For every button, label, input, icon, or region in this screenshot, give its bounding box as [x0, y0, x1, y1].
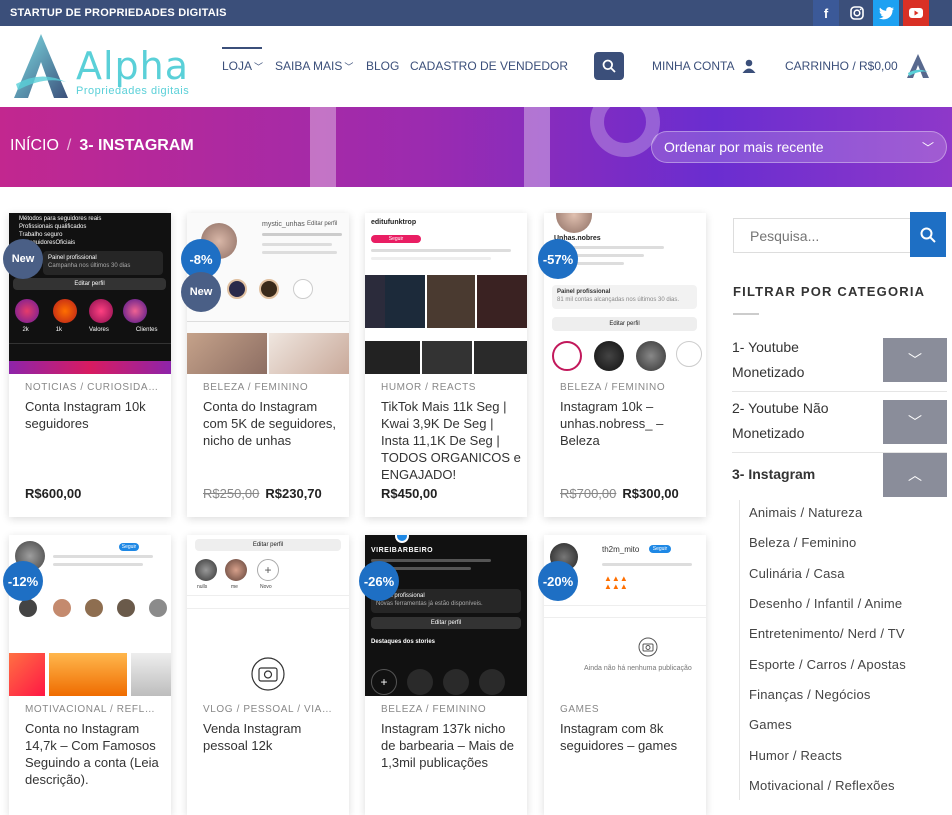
product-category[interactable]: BELEZA / FEMININO	[381, 704, 517, 715]
search-icon	[920, 227, 936, 243]
product-category[interactable]: BELEZA / FEMININO	[203, 382, 339, 393]
product-title[interactable]: Venda Instagram pessoal 12k	[203, 720, 343, 754]
discount-badge: -20%	[538, 561, 578, 601]
product-price: R$700,00 R$300,00	[560, 486, 679, 501]
site-header: Alpha Propriedades digitais LOJA ﹀ SAIBA …	[0, 26, 952, 107]
discount-badge: -57%	[538, 239, 578, 279]
product-category[interactable]: GAMES	[560, 704, 696, 715]
sidebar-search-button[interactable]	[910, 212, 946, 257]
product-title[interactable]: Instagram 10k – unhas.nobress_ – Beleza	[560, 398, 700, 449]
category-banner: INÍCIO/3- INSTAGRAM Ordenar por mais rec…	[0, 107, 952, 187]
instagram-icon[interactable]	[844, 0, 870, 26]
nav-blog[interactable]: BLOG	[366, 59, 399, 73]
sidebar-search-input[interactable]	[733, 218, 911, 253]
product-card[interactable]: Editar perfil + nulls me Novo VLOG / PES…	[187, 535, 349, 815]
nav-saiba-mais[interactable]: SAIBA MAIS ﹀	[275, 59, 353, 73]
sidebar-category-youtube-monetizado[interactable]: 1- Youtube Monetizado	[732, 335, 872, 385]
new-badge: New	[3, 239, 43, 279]
discount-badge: -12%	[3, 561, 43, 601]
product-category[interactable]: VLOG / PESSOAL / VIAGE...	[203, 704, 339, 715]
header-search-button[interactable]	[594, 52, 624, 80]
divider	[732, 391, 947, 392]
product-card[interactable]: th2m_mito Seguir ▲▲▲ ▲▲▲ Ainda não há nen…	[538, 535, 706, 815]
product-card[interactable]: Unhas.nobres Painel profissional 81 mil c…	[538, 213, 706, 517]
category-toggle[interactable]: ﹀	[883, 400, 947, 444]
logo-tagline: Propriedades digitais	[76, 85, 190, 97]
top-bar-tagline: STARTUP DE PROPRIEDADES DIGITAIS	[10, 7, 227, 19]
nav-cadastro-vendedor[interactable]: CADASTRO DE VENDEDOR	[410, 59, 568, 73]
sidebar-category-instagram[interactable]: 3- Instagram	[732, 462, 872, 487]
sidebar-subcategory[interactable]: Games	[749, 717, 792, 732]
category-toggle[interactable]: ︿	[883, 453, 947, 497]
product-card[interactable]: mystic_unhas Editar perfil -8% New BELEZ…	[181, 213, 349, 517]
product-title[interactable]: Instagram com 8k seguidores – games	[560, 720, 700, 754]
sidebar-subcategory[interactable]: Desenho / Infantil / Anime	[749, 596, 902, 611]
product-card[interactable]: Métodos para seguidores reais Profissiona…	[3, 213, 171, 517]
top-bar: STARTUP DE PROPRIEDADES DIGITAIS f	[0, 0, 952, 26]
product-title[interactable]: Conta do Instagram com 5K de seguidores,…	[203, 398, 343, 449]
logo-wordmark: Alpha	[76, 44, 190, 88]
chevron-down-icon: ﹀	[344, 62, 354, 72]
chevron-down-icon: ﹀	[921, 141, 934, 155]
site-logo[interactable]: Alpha Propriedades digitais	[10, 32, 200, 102]
category-toggle[interactable]: ﹀	[883, 338, 947, 382]
sidebar-subcategory[interactable]: Entretenimento/ Nerd / TV	[749, 626, 905, 641]
product-card[interactable]: VIREIBARBEIRO Painel profissional Novas f…	[359, 535, 527, 815]
sidebar-category-youtube-nao-monetizado[interactable]: 2- Youtube Não Monetizado	[732, 396, 872, 446]
new-badge: New	[181, 272, 221, 312]
chevron-down-icon: ﹀	[908, 352, 922, 368]
camera-icon	[251, 657, 285, 691]
facebook-icon[interactable]: f	[813, 0, 839, 26]
product-image[interactable]: VIREIBARBEIRO Painel profissional Novas f…	[365, 535, 527, 696]
product-image[interactable]: th2m_mito Seguir ▲▲▲ ▲▲▲ Ainda não há nen…	[544, 535, 706, 696]
divider	[733, 313, 759, 315]
sidebar-subcategory[interactable]: Beleza / Feminino	[749, 535, 856, 550]
breadcrumb: INÍCIO/3- INSTAGRAM	[10, 137, 194, 154]
chevron-down-icon: ﹀	[254, 62, 264, 72]
product-category[interactable]: HUMOR / REACTS	[381, 382, 517, 393]
banner-decoration	[590, 107, 660, 157]
product-price: R$250,00 R$230,70	[203, 486, 322, 501]
nav-loja[interactable]: LOJA ﹀	[222, 47, 264, 73]
nav-minha-conta[interactable]: MINHA CONTA	[652, 59, 756, 73]
user-icon	[742, 59, 756, 73]
camera-icon	[638, 637, 658, 657]
twitter-icon[interactable]	[873, 0, 899, 26]
chevron-down-icon: ﹀	[908, 414, 922, 430]
product-price: R$600,00	[25, 486, 82, 501]
discount-badge: -26%	[359, 561, 399, 601]
product-image[interactable]: Métodos para seguidores reais Profissiona…	[9, 213, 171, 374]
product-title[interactable]: Instagram 137k nicho de barbearia – Mais…	[381, 720, 521, 771]
cart-logo-icon[interactable]	[905, 53, 931, 79]
banner-decoration	[310, 107, 550, 187]
breadcrumb-home[interactable]: INÍCIO	[10, 137, 59, 154]
youtube-icon[interactable]	[903, 0, 929, 26]
product-title[interactable]: TikTok Mais 11k Seg | Kwai 3,9K De Seg |…	[381, 398, 521, 483]
product-image[interactable]: Editar perfil + nulls me Novo	[187, 535, 349, 696]
search-icon	[602, 59, 616, 73]
product-card[interactable]: Seguir -12% MOTIVACIONAL / REFLEX... Con…	[3, 535, 171, 815]
sort-select[interactable]: Ordenar por mais recente ﹀	[651, 131, 947, 163]
product-image[interactable]: Unhas.nobres Painel profissional 81 mil c…	[544, 213, 706, 374]
breadcrumb-current: 3- INSTAGRAM	[79, 137, 194, 154]
sidebar-subcategory[interactable]: Culinária / Casa	[749, 566, 845, 581]
product-category[interactable]: MOTIVACIONAL / REFLEX...	[25, 704, 161, 715]
chevron-up-icon: ︿	[908, 467, 922, 483]
sidebar-subcategory[interactable]: Animais / Natureza	[749, 505, 862, 520]
sidebar-subcategory[interactable]: Esporte / Carros / Apostas	[749, 657, 906, 672]
product-category[interactable]: NOTICIAS / CURIOSIDAD...	[25, 382, 161, 393]
product-card[interactable]: editufunktrop Seguir HUMOR / REACTS TikT…	[365, 213, 527, 517]
product-price: R$450,00	[381, 486, 438, 501]
product-image[interactable]: Seguir	[9, 535, 171, 696]
sidebar-subcategory[interactable]: Finanças / Negócios	[749, 687, 871, 702]
divider	[739, 500, 740, 800]
sidebar-subcategory[interactable]: Humor / Reacts	[749, 748, 842, 763]
product-category[interactable]: BELEZA / FEMININO	[560, 382, 696, 393]
sidebar-subcategory[interactable]: Motivacional / Reflexões	[749, 778, 895, 793]
product-title[interactable]: Conta Instagram 10k seguidores	[25, 398, 165, 432]
sidebar-heading: FILTRAR POR CATEGORIA	[733, 284, 926, 299]
product-title[interactable]: Conta no Instagram 14,7k – Com Famosos S…	[25, 720, 165, 788]
product-image[interactable]: editufunktrop Seguir	[365, 213, 527, 374]
nav-carrinho[interactable]: CARRINHO / R$0,00	[785, 59, 898, 73]
